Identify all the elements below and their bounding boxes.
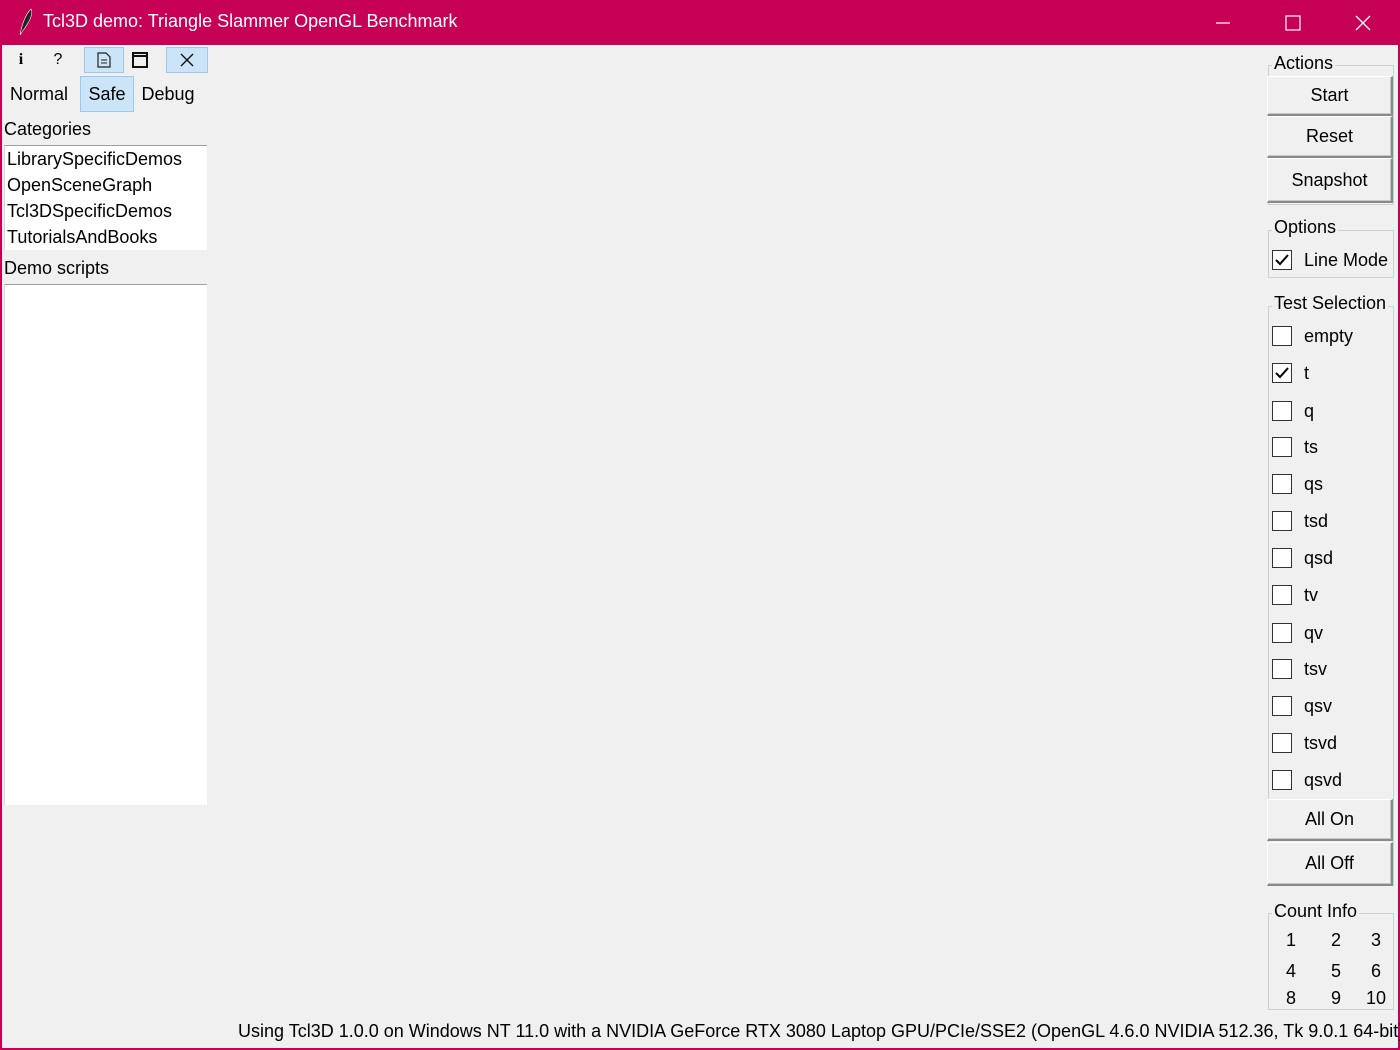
categories-list[interactable]: LibrarySpecificDemos OpenSceneGraph Tcl3… [4, 145, 207, 250]
info-button[interactable]: i [2, 47, 40, 73]
list-item[interactable]: Tcl3DSpecificDemos [5, 198, 207, 224]
count-value: 2 [1330, 930, 1341, 950]
categories-label: Categories [4, 119, 92, 139]
test-label: ts [1304, 436, 1319, 457]
test-checkbox-tsv[interactable]: tsv [1272, 654, 1327, 684]
test-checkbox-tv[interactable]: tv [1272, 580, 1318, 610]
minimize-button[interactable] [1188, 0, 1258, 45]
count-value: 1 [1285, 930, 1296, 950]
count-value: 5 [1330, 961, 1341, 981]
count-value: 9 [1330, 988, 1341, 1008]
list-item[interactable]: LibrarySpecificDemos [5, 146, 207, 172]
count-value: 3 [1370, 930, 1381, 950]
test-checkbox-qsv[interactable]: qsv [1272, 691, 1332, 721]
test-checkbox-empty[interactable]: empty [1272, 321, 1353, 351]
test-label: qv [1304, 622, 1324, 643]
document-icon [97, 52, 111, 68]
line-mode-label: Line Mode [1304, 249, 1389, 270]
help-button[interactable]: ? [39, 47, 77, 73]
help-icon: ? [53, 51, 63, 68]
checkbox [1272, 659, 1292, 679]
test-label: empty [1304, 325, 1354, 346]
test-checkbox-qv[interactable]: qv [1272, 618, 1323, 648]
reset-button[interactable]: Reset [1267, 116, 1393, 158]
checkbox [1272, 623, 1292, 643]
test-label: qsd [1304, 547, 1334, 568]
checkbox [1272, 770, 1292, 790]
start-button[interactable]: Start [1267, 76, 1393, 116]
status-text: Using Tcl3D 1.0.0 on Windows NT 11.0 wit… [238, 1021, 1400, 1041]
checkmark-icon [1275, 367, 1289, 379]
test-checkbox-tsd[interactable]: tsd [1272, 506, 1328, 536]
maximize-button[interactable] [1258, 0, 1328, 45]
window-title: Tcl3D demo: Triangle Slammer OpenGL Benc… [43, 11, 458, 31]
test-label: qsvd [1304, 769, 1343, 790]
list-item[interactable]: TutorialsAndBooks [5, 224, 207, 250]
list-item[interactable]: OpenSceneGraph [5, 172, 207, 198]
client-area: i ? Normal Safe Debug Categories Library… [2, 45, 1400, 1048]
checkbox [1272, 250, 1292, 270]
count-value: 8 [1285, 988, 1296, 1008]
test-label: qs [1304, 473, 1324, 494]
count-info-title: Count Info [1272, 901, 1360, 922]
all-off-button[interactable]: All Off [1267, 842, 1393, 886]
test-label: t [1304, 362, 1310, 383]
minimize-icon [1216, 21, 1230, 24]
test-selection-title: Test Selection [1272, 293, 1389, 314]
close-icon [180, 53, 194, 67]
title-bar[interactable]: Tcl3D demo: Triangle Slammer OpenGL Benc… [0, 0, 1400, 45]
actions-title: Actions [1272, 53, 1336, 74]
snapshot-button[interactable]: Snapshot [1267, 158, 1393, 203]
info-icon: i [18, 51, 24, 68]
test-checkbox-qs[interactable]: qs [1272, 469, 1323, 499]
test-label: tv [1304, 584, 1319, 605]
checkbox [1272, 326, 1292, 346]
test-checkbox-q[interactable]: q [1272, 396, 1314, 426]
test-checkbox-qsvd[interactable]: qsvd [1272, 765, 1342, 795]
close-icon [1355, 15, 1371, 30]
checkbox [1272, 696, 1292, 716]
count-value: 10 [1365, 988, 1387, 1008]
maximize-icon [1285, 14, 1301, 31]
demo-scripts-list[interactable] [4, 284, 207, 805]
mode-normal[interactable]: Normal [4, 76, 74, 112]
test-checkbox-ts[interactable]: ts [1272, 432, 1318, 462]
window-icon [132, 52, 148, 68]
checkmark-icon [1275, 254, 1289, 266]
count-value: 6 [1370, 961, 1381, 981]
mode-debug[interactable]: Debug [136, 76, 200, 112]
document-button[interactable] [84, 47, 124, 73]
checkbox [1272, 474, 1292, 494]
all-on-button[interactable]: All On [1267, 799, 1393, 841]
checkbox [1272, 548, 1292, 568]
checkbox [1272, 363, 1292, 383]
test-label: tsvd [1304, 732, 1338, 753]
exit-button[interactable] [166, 47, 208, 73]
test-label: qsv [1304, 695, 1333, 716]
line-mode-checkbox[interactable]: Line Mode [1272, 245, 1388, 275]
checkbox [1272, 437, 1292, 457]
feather-icon [19, 8, 33, 36]
test-label: tsd [1304, 510, 1329, 531]
options-title: Options [1272, 217, 1339, 238]
demo-scripts-label: Demo scripts [4, 258, 110, 278]
checkbox [1272, 401, 1292, 421]
test-checkbox-qsd[interactable]: qsd [1272, 543, 1333, 573]
mode-safe[interactable]: Safe [80, 76, 134, 112]
test-checkbox-tsvd[interactable]: tsvd [1272, 728, 1337, 758]
checkbox [1272, 511, 1292, 531]
close-window-button[interactable] [1328, 0, 1398, 45]
count-value: 4 [1285, 961, 1296, 981]
window-button[interactable] [121, 47, 159, 73]
test-label: q [1304, 400, 1315, 421]
test-label: tsv [1304, 658, 1328, 679]
checkbox [1272, 585, 1292, 605]
test-checkbox-t[interactable]: t [1272, 358, 1309, 388]
checkbox [1272, 733, 1292, 753]
